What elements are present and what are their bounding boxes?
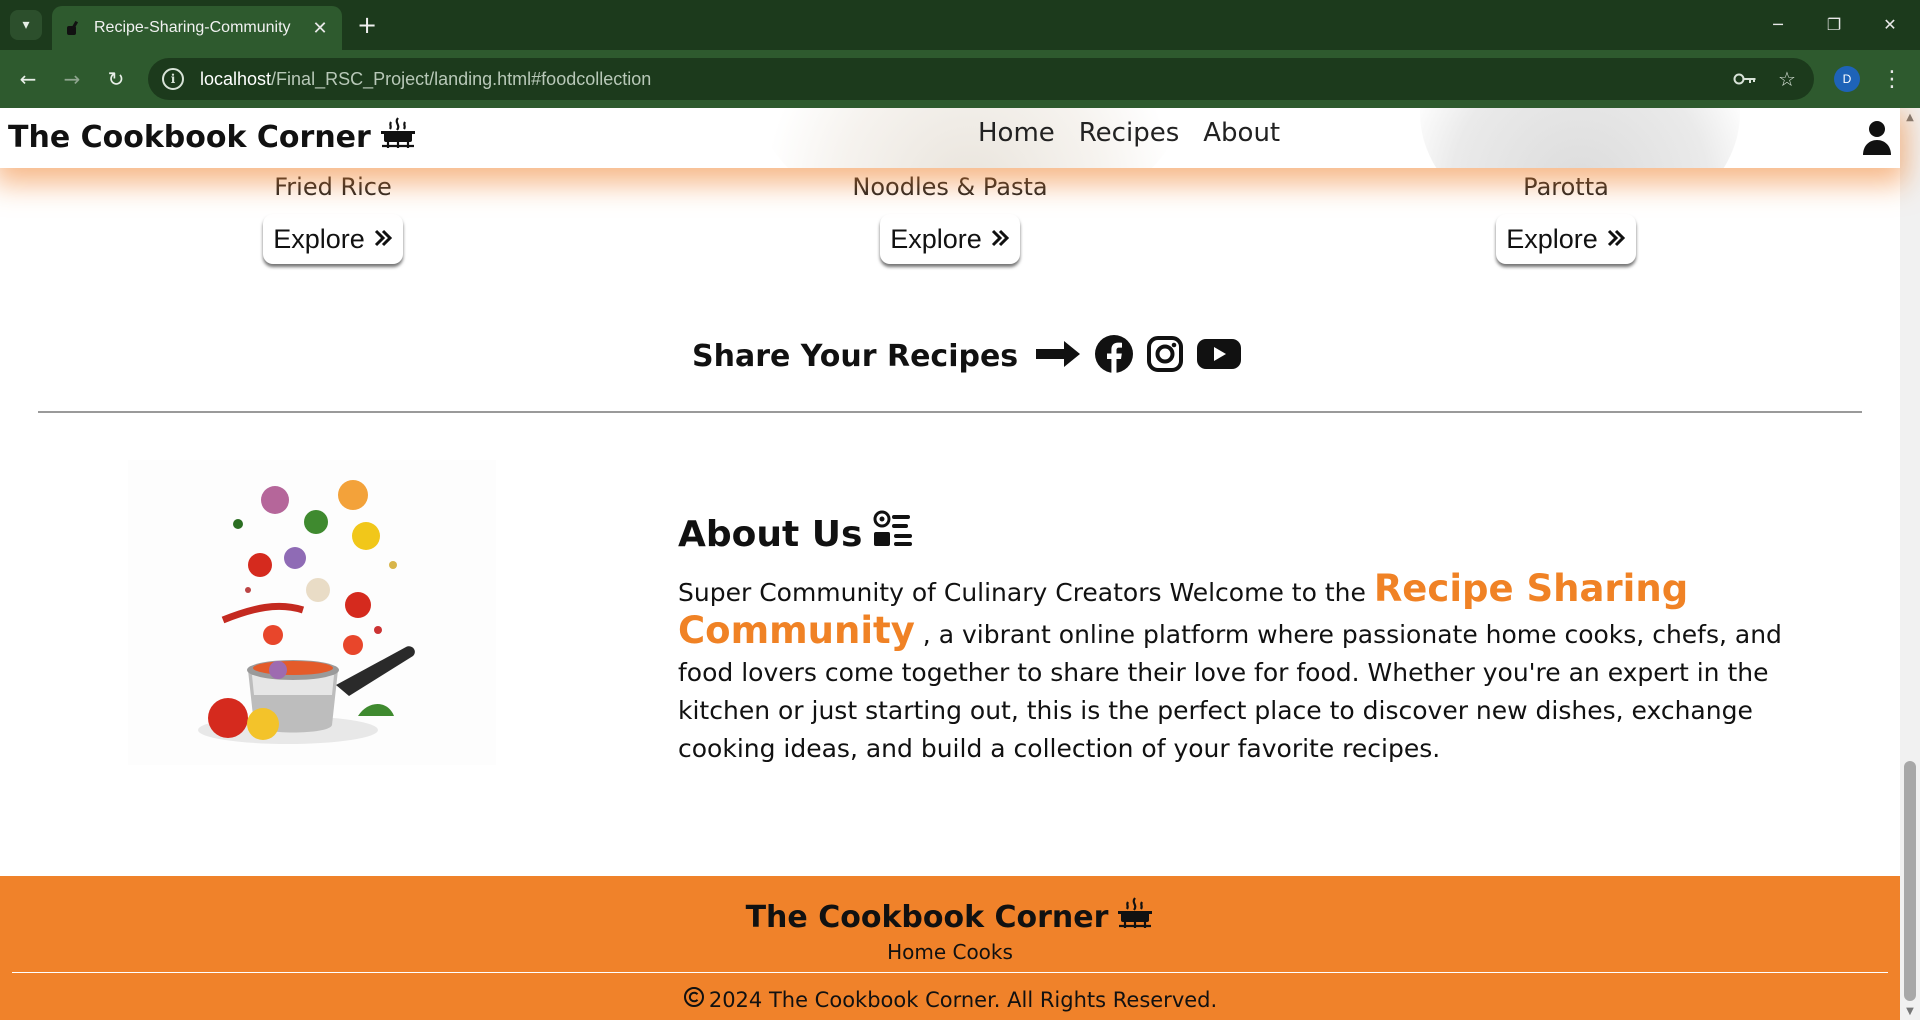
cooking-pot-icon [379,116,417,158]
site-footer: The Cookbook Corner Home Cooks 2024 The … [0,876,1900,1020]
plate-image [1420,108,1740,168]
restore-icon[interactable]: ❐ [1814,8,1854,40]
food-card-name: Noodles & Pasta [852,173,1048,201]
scroll-down-icon[interactable]: ▼ [1900,1002,1920,1020]
footer-divider [12,972,1888,973]
close-tab-icon[interactable]: ✕ [308,16,332,40]
scroll-up-icon[interactable]: ▲ [1900,108,1920,126]
site-brand[interactable]: The Cookbook Corner [8,116,417,158]
minimize-icon[interactable]: ─ [1758,8,1798,40]
double-chevron-right-icon [1606,224,1626,255]
food-card-name: Parotta [1523,173,1609,201]
browser-tab-strip: ▾ Recipe-Sharing-Community ✕ + ─ ❐ ✕ [0,0,1920,50]
site-navbar: The Cookbook Corner Home Recipes About [0,108,1900,168]
about-paragraph: Super Community of Culinary Creators Wel… [678,570,1788,768]
site-info-icon[interactable]: i [162,68,184,90]
copyright-text: 2024 The Cookbook Corner. All Rights Res… [708,987,1218,1012]
browser-menu-icon[interactable]: ⋮ [1880,63,1904,95]
footer-copyright: 2024 The Cookbook Corner. All Rights Res… [0,986,1900,1013]
share-heading: Share Your Recipes [692,338,1019,374]
chevron-down-icon: ▾ [22,17,30,33]
recipe-list-icon [872,510,914,559]
youtube-icon[interactable] [1196,337,1242,375]
close-window-icon[interactable]: ✕ [1870,8,1910,40]
copyright-icon [683,986,705,1013]
share-section: Share Your Recipes [692,326,1242,386]
footer-tagline: Home Cooks [887,940,1013,964]
brand-text: The Cookbook Corner [8,119,371,155]
reload-icon[interactable]: ↻ [100,63,132,95]
instagram-icon[interactable] [1146,335,1184,377]
browser-tab[interactable]: Recipe-Sharing-Community ✕ [52,6,342,50]
food-card: Fried Rice Explore [163,170,503,264]
section-divider [38,411,1862,413]
footer-brand: The Cookbook Corner [0,896,1900,938]
explore-label: Explore [1506,223,1598,254]
food-card-name: Fried Rice [274,173,392,201]
food-card: Parotta Explore [1396,170,1736,264]
new-tab-button[interactable]: + [352,10,382,40]
nav-link-home[interactable]: Home [966,118,1067,148]
bookmark-star-icon[interactable]: ☆ [1774,66,1800,92]
food-card: Noodles & Pasta Explore [780,170,1120,264]
about-intro: Super Community of Culinary Creators Wel… [678,578,1374,607]
nav-link-recipes[interactable]: Recipes [1067,118,1191,148]
back-icon[interactable]: ← [12,63,44,95]
browser-toolbar: ← → ↻ i localhost/Final_RSC_Project/land… [0,50,1920,108]
double-chevron-right-icon [373,224,393,255]
page-viewport: The Cookbook Corner Home Recipes About F… [0,108,1920,1020]
forward-icon[interactable]: → [56,63,88,95]
explore-label: Explore [273,223,365,254]
nav-link-about[interactable]: About [1191,118,1292,148]
scrollbar-thumb[interactable] [1904,761,1916,1001]
explore-button[interactable]: Explore [1496,214,1636,264]
double-chevron-right-icon [990,224,1010,255]
explore-button[interactable]: Explore [880,214,1020,264]
about-heading: About Us [678,510,914,559]
explore-label: Explore [890,223,982,254]
footer-brand-text: The Cookbook Corner [745,899,1109,935]
page-scrollbar[interactable]: ▲ ▼ [1900,108,1920,1020]
user-icon[interactable] [1862,120,1892,156]
facebook-icon[interactable] [1094,334,1134,378]
nav-links: Home Recipes About [966,118,1292,148]
tab-search-button[interactable]: ▾ [10,10,42,40]
favicon-icon [66,20,82,36]
cooking-pot-icon [1116,896,1154,938]
about-title-text: About Us [678,514,863,555]
arrow-right-icon [1034,339,1082,373]
url-text[interactable]: localhost/Final_RSC_Project/landing.html… [200,69,651,90]
explore-button[interactable]: Explore [263,214,403,264]
password-key-icon[interactable] [1732,66,1758,92]
about-image [128,460,496,765]
tab-title: Recipe-Sharing-Community [94,19,291,36]
profile-avatar[interactable]: D [1834,66,1860,92]
address-bar[interactable]: i localhost/Final_RSC_Project/landing.ht… [148,58,1814,100]
